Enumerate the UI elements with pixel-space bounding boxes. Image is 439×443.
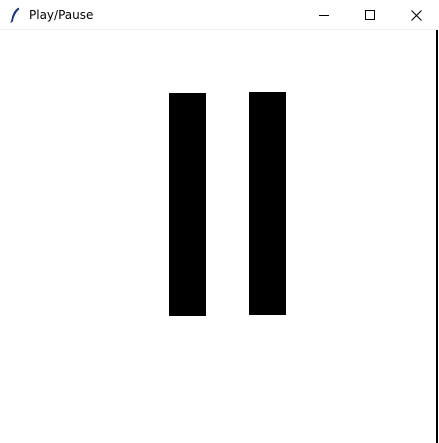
maximize-button[interactable] (347, 0, 393, 30)
app-window: Play/Pause (0, 0, 439, 443)
pause-bar-right[interactable] (249, 92, 286, 315)
play-pause-canvas[interactable] (0, 30, 437, 443)
feather-icon (9, 7, 21, 23)
minimize-button[interactable] (301, 0, 347, 30)
minimize-icon (319, 10, 329, 20)
close-icon (410, 9, 422, 21)
window-title: Play/Pause (29, 8, 94, 22)
window-border (436, 30, 438, 443)
maximize-icon (365, 10, 375, 20)
pause-bar-left[interactable] (169, 93, 206, 316)
title-bar[interactable]: Play/Pause (0, 0, 439, 30)
close-button[interactable] (393, 0, 439, 30)
